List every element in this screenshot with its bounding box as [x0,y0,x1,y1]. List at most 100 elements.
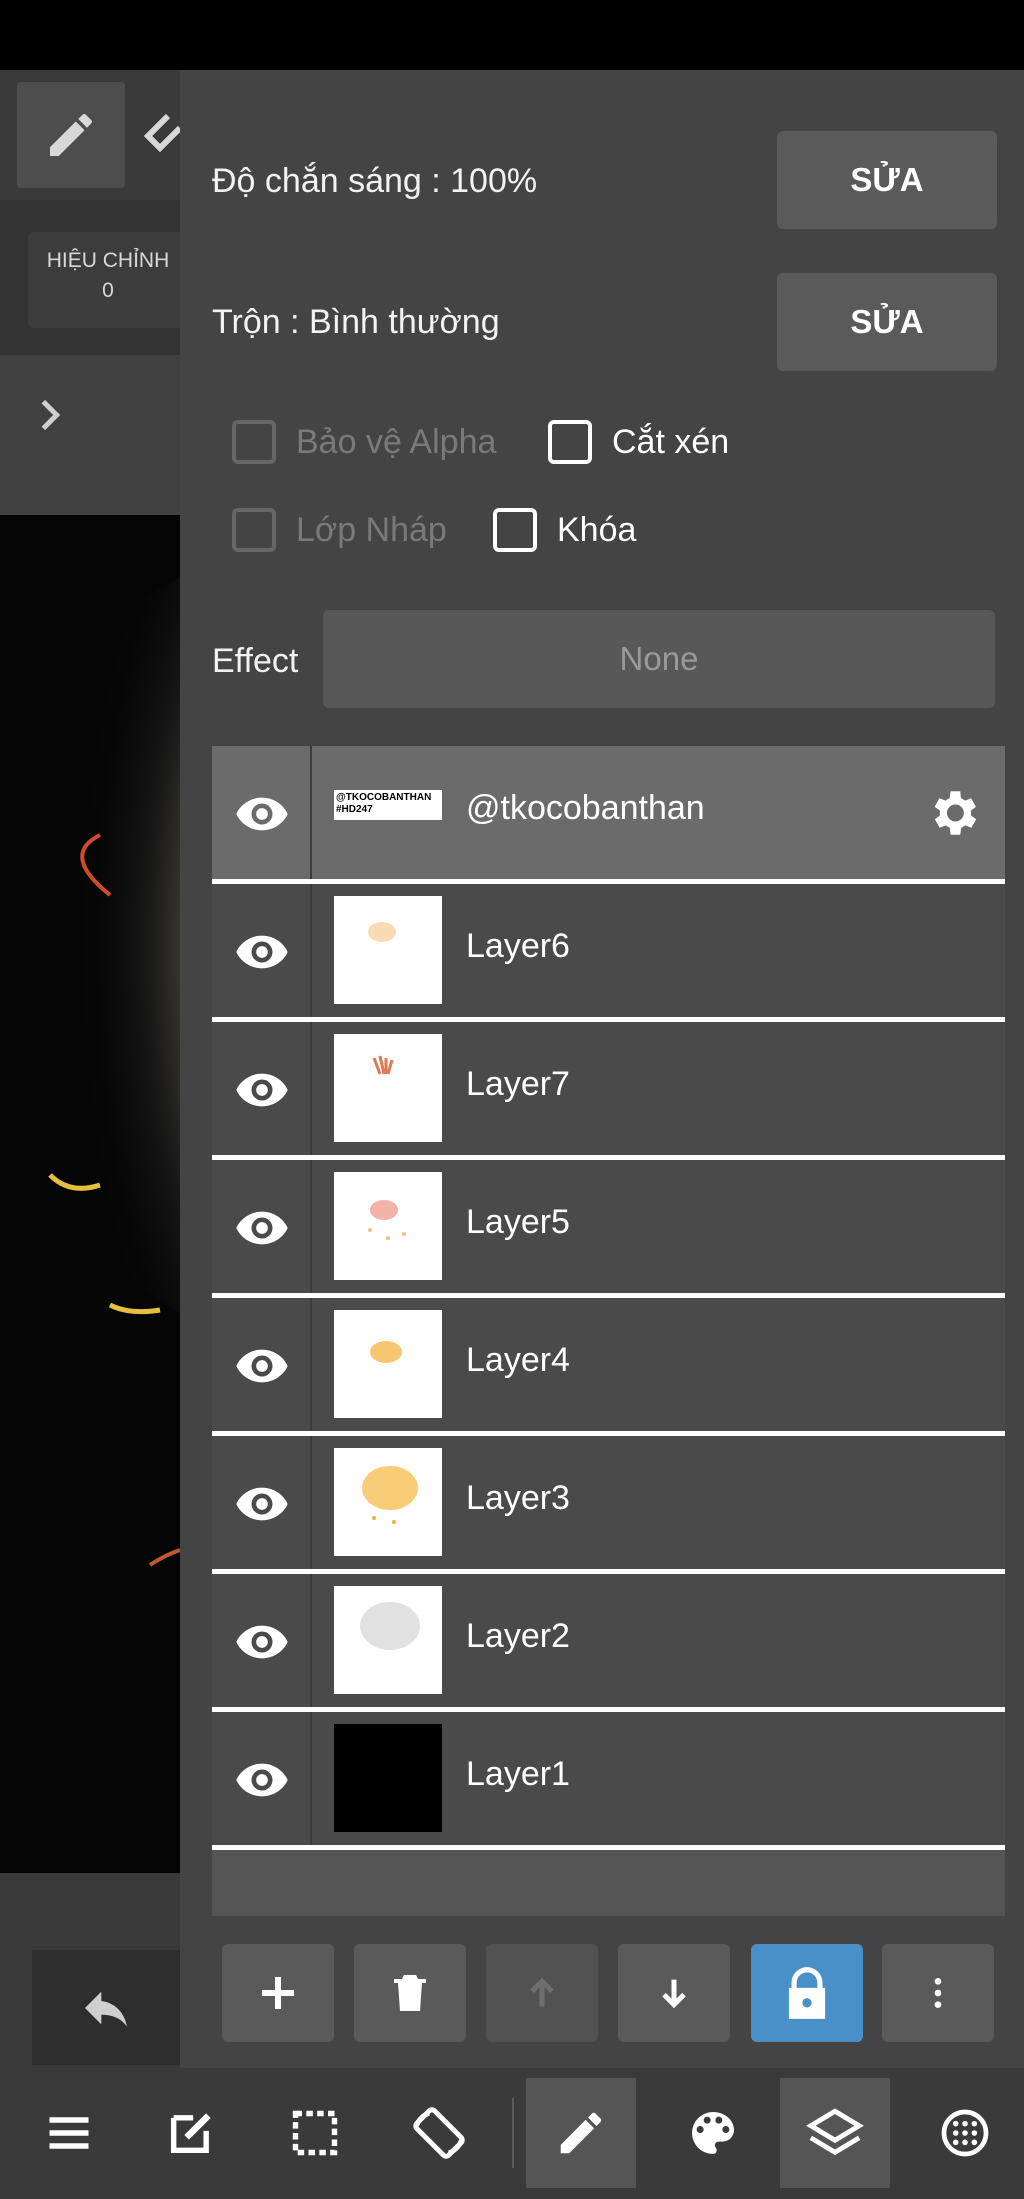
layer-thumbnail [334,1724,442,1832]
layer-name: Layer5 [466,1203,570,1241]
layer-row[interactable]: Layer2 [212,1574,1005,1712]
layer-row[interactable]: @TKOCOBANTHAN #HD247 @tkocobanthan [212,746,1005,884]
eye-icon[interactable] [234,1476,290,1532]
thumb-text: @TKOCOBANTHAN [336,792,432,803]
layer-thumbnail [334,1586,442,1694]
layer-row[interactable]: Layer4 [212,1298,1005,1436]
layer-name: Layer4 [466,1341,570,1379]
layer-name: Layer1 [466,1755,570,1793]
pencil-icon [560,2112,602,2154]
layer-row[interactable]: Layer5 [212,1160,1005,1298]
checkbox-clipping[interactable]: Cắt xén [548,420,729,464]
selection-button[interactable] [260,2078,370,2188]
checkbox-alpha-protect[interactable]: Bảo vệ Alpha [232,420,496,464]
thumb-text: #HD247 [336,804,373,815]
move-layer-up-button[interactable] [486,1944,598,2042]
pen-tool-button[interactable] [17,82,125,188]
layer-name: Layer2 [466,1617,570,1655]
layer-row[interactable]: Layer7 [212,1022,1005,1160]
eraser-icon [143,113,183,153]
layer-name: @tkocobanthan [466,789,705,827]
gear-icon[interactable] [924,784,982,842]
edit-icon [170,2113,211,2154]
trash-icon [394,1975,426,2011]
effect-select[interactable]: None [323,610,995,708]
row-divider [310,1298,312,1431]
layer-thumbnail [334,1172,442,1280]
layer-list: @TKOCOBANTHAN #HD247 @tkocobanthan Layer… [212,746,1005,1916]
row-divider [310,1436,312,1569]
blend-label: Trộn : Bình thường [212,303,500,341]
chevron-right-icon[interactable] [30,395,70,435]
add-layer-button[interactable] [222,1944,334,2042]
brush-tool-button[interactable] [526,2078,636,2188]
checkbox-label: Lớp Nháp [296,510,447,549]
layer-name: Layer3 [466,1479,570,1517]
edit-button[interactable] [136,2078,246,2188]
move-layer-down-button[interactable] [618,1944,730,2042]
blend-edit-button[interactable]: SỬA [777,273,997,371]
color-button[interactable] [658,2078,768,2188]
more-options-button[interactable] [882,1944,994,2042]
layers-icon [806,2108,864,2156]
more-vertical-icon [934,1978,942,2008]
correction-button[interactable]: HIỆU CHỈNH 0 [28,232,188,328]
row-divider [310,884,312,1017]
layer-thumbnail [334,1310,442,1418]
lock-layer-button[interactable] [751,1944,863,2042]
pencil-icon [50,113,92,156]
drawing-canvas[interactable] [0,515,180,1873]
checkbox-label: Khóa [557,510,637,549]
selection-icon [292,2110,338,2156]
row-divider [310,1160,312,1293]
checkbox-box [232,508,276,552]
eye-icon[interactable] [234,786,290,842]
checkbox-box [232,420,276,464]
correction-label: HIỆU CHỈNH [46,249,170,272]
rotate-screen-icon [413,2107,465,2159]
undo-button[interactable] [32,1950,180,2065]
eye-icon[interactable] [234,1062,290,1118]
layer-thumbnail: @TKOCOBANTHAN #HD247 [334,790,442,820]
checkbox-lock[interactable]: Khóa [493,508,636,552]
menu-icon [49,2117,89,2149]
checkbox-box [548,420,592,464]
row-divider [310,1022,312,1155]
grid-button[interactable] [910,2078,1020,2188]
lock-icon [788,1967,826,2019]
palette-icon [692,2112,734,2154]
opacity-label: Độ chắn sáng : 100% [212,162,538,200]
eye-icon[interactable] [234,1200,290,1256]
layer-row[interactable]: Layer3 [212,1436,1005,1574]
layers-button[interactable] [780,2078,890,2188]
status-bar [0,0,1024,70]
row-divider [310,1574,312,1707]
eye-icon[interactable] [234,924,290,980]
menu-button[interactable] [14,2078,124,2188]
correction-value: 0 [102,279,114,302]
checkbox-draft-layer[interactable]: Lớp Nháp [232,508,447,552]
rotate-screen-button[interactable] [384,2078,494,2188]
layer-thumbnail [334,896,442,1004]
nav-divider [512,2098,514,2168]
eye-icon[interactable] [234,1338,290,1394]
layer-row[interactable]: Layer6 [212,884,1005,1022]
row-divider [310,746,312,879]
eye-icon[interactable] [234,1614,290,1670]
checkbox-label: Cắt xén [612,422,730,461]
layer-thumbnail [334,1034,442,1142]
eraser-tool-button[interactable] [140,100,183,170]
undo-icon [85,1991,127,2027]
effect-label: Effect [212,642,299,680]
layer-row[interactable]: Layer1 [212,1712,1005,1850]
row-divider [310,1712,312,1845]
expander-bar [0,355,180,515]
checkbox-label: Bảo vệ Alpha [296,422,497,461]
delete-layer-button[interactable] [354,1944,466,2042]
eye-icon[interactable] [234,1752,290,1808]
add-icon [262,1977,294,2009]
layer-thumbnail [334,1448,442,1556]
checkbox-box [493,508,537,552]
layer-name: Layer7 [466,1065,570,1103]
opacity-edit-button[interactable]: SỬA [777,131,997,229]
